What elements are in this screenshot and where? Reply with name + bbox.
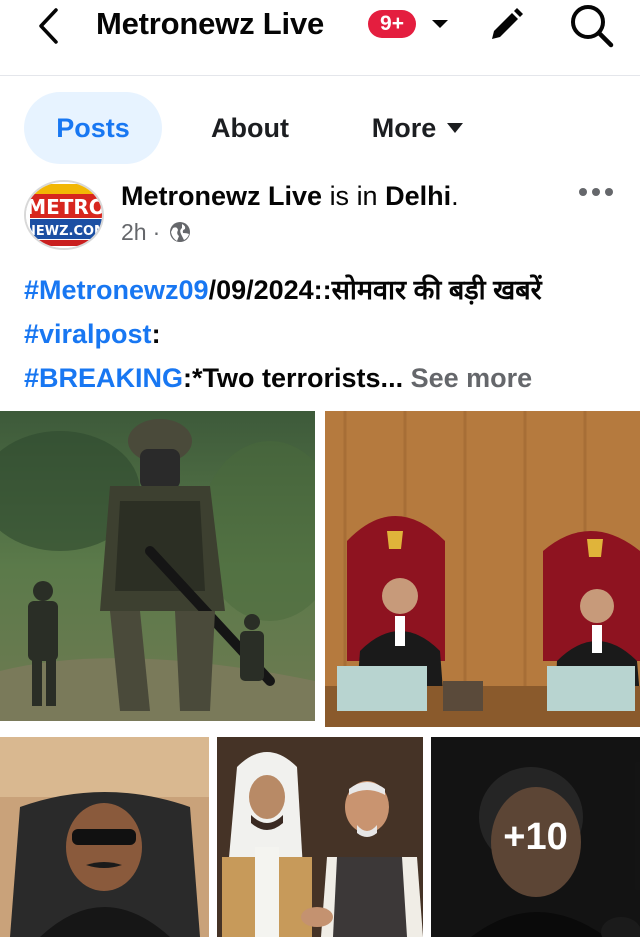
search-button[interactable]	[566, 2, 618, 50]
avatar[interactable]: METRO NEWZ.COM	[24, 180, 104, 250]
notification-badge[interactable]: 9+	[368, 10, 416, 38]
caret-down-icon[interactable]	[429, 14, 451, 34]
tab-about[interactable]: About	[182, 92, 318, 164]
soldier-photo[interactable]	[0, 411, 315, 721]
pencil-icon	[492, 8, 523, 39]
more-horizontal-icon	[579, 188, 613, 196]
post-text-segment: :*Two terrorists...	[183, 363, 404, 393]
hashtag-link[interactable]: #Metronewz09	[24, 275, 209, 305]
portrait-photo[interactable]: +10	[431, 737, 640, 937]
hashtag-link[interactable]: #viralpost	[24, 319, 152, 349]
location-name[interactable]: Delhi	[385, 181, 451, 211]
post-text-segment: :	[151, 319, 161, 349]
logo-subtext: NEWZ.COM	[26, 224, 104, 239]
post-author-line: Metronewz Live is in Delhi.	[121, 178, 459, 214]
page-title[interactable]: Metronewz Live	[96, 4, 324, 44]
handshake-photo[interactable]	[217, 737, 423, 937]
tab-posts[interactable]: Posts	[24, 92, 162, 164]
chevron-left-icon	[39, 8, 58, 44]
tab-label: Posts	[56, 112, 130, 143]
post-text: #Metronewz09/09/2024::सोमवार की बड़ी खबर…	[24, 268, 624, 400]
hashtag-link[interactable]: #BREAKING	[24, 363, 183, 393]
back-button[interactable]	[30, 6, 66, 46]
see-more-link[interactable]: See more	[411, 363, 533, 393]
top-bar: Metronewz Live 9+	[0, 0, 640, 76]
edit-button[interactable]	[484, 4, 528, 46]
caret-down-icon	[447, 123, 464, 133]
tab-more[interactable]: More	[344, 92, 492, 164]
post-meta: 2h ·	[121, 216, 192, 248]
tab-label: About	[211, 112, 289, 143]
is-in-text: is in	[329, 181, 378, 211]
man-in-chair-photo[interactable]	[0, 737, 209, 937]
location-suffix: .	[451, 181, 459, 211]
post-options-button[interactable]	[572, 178, 620, 206]
search-icon	[571, 5, 614, 48]
court-photo[interactable]	[325, 411, 640, 727]
logo-text: METRO	[26, 195, 104, 219]
tab-label: More	[371, 112, 437, 143]
globe-icon	[170, 222, 191, 242]
post-text-segment: /09/2024::सोमवार की बड़ी खबरें	[208, 275, 542, 305]
post-time[interactable]: 2h	[121, 219, 147, 246]
more-photos-count[interactable]: +10	[431, 737, 640, 937]
meta-separator: ·	[152, 218, 161, 245]
author-name[interactable]: Metronewz Live	[121, 181, 322, 211]
metro-logo: METRO NEWZ.COM	[26, 182, 104, 248]
